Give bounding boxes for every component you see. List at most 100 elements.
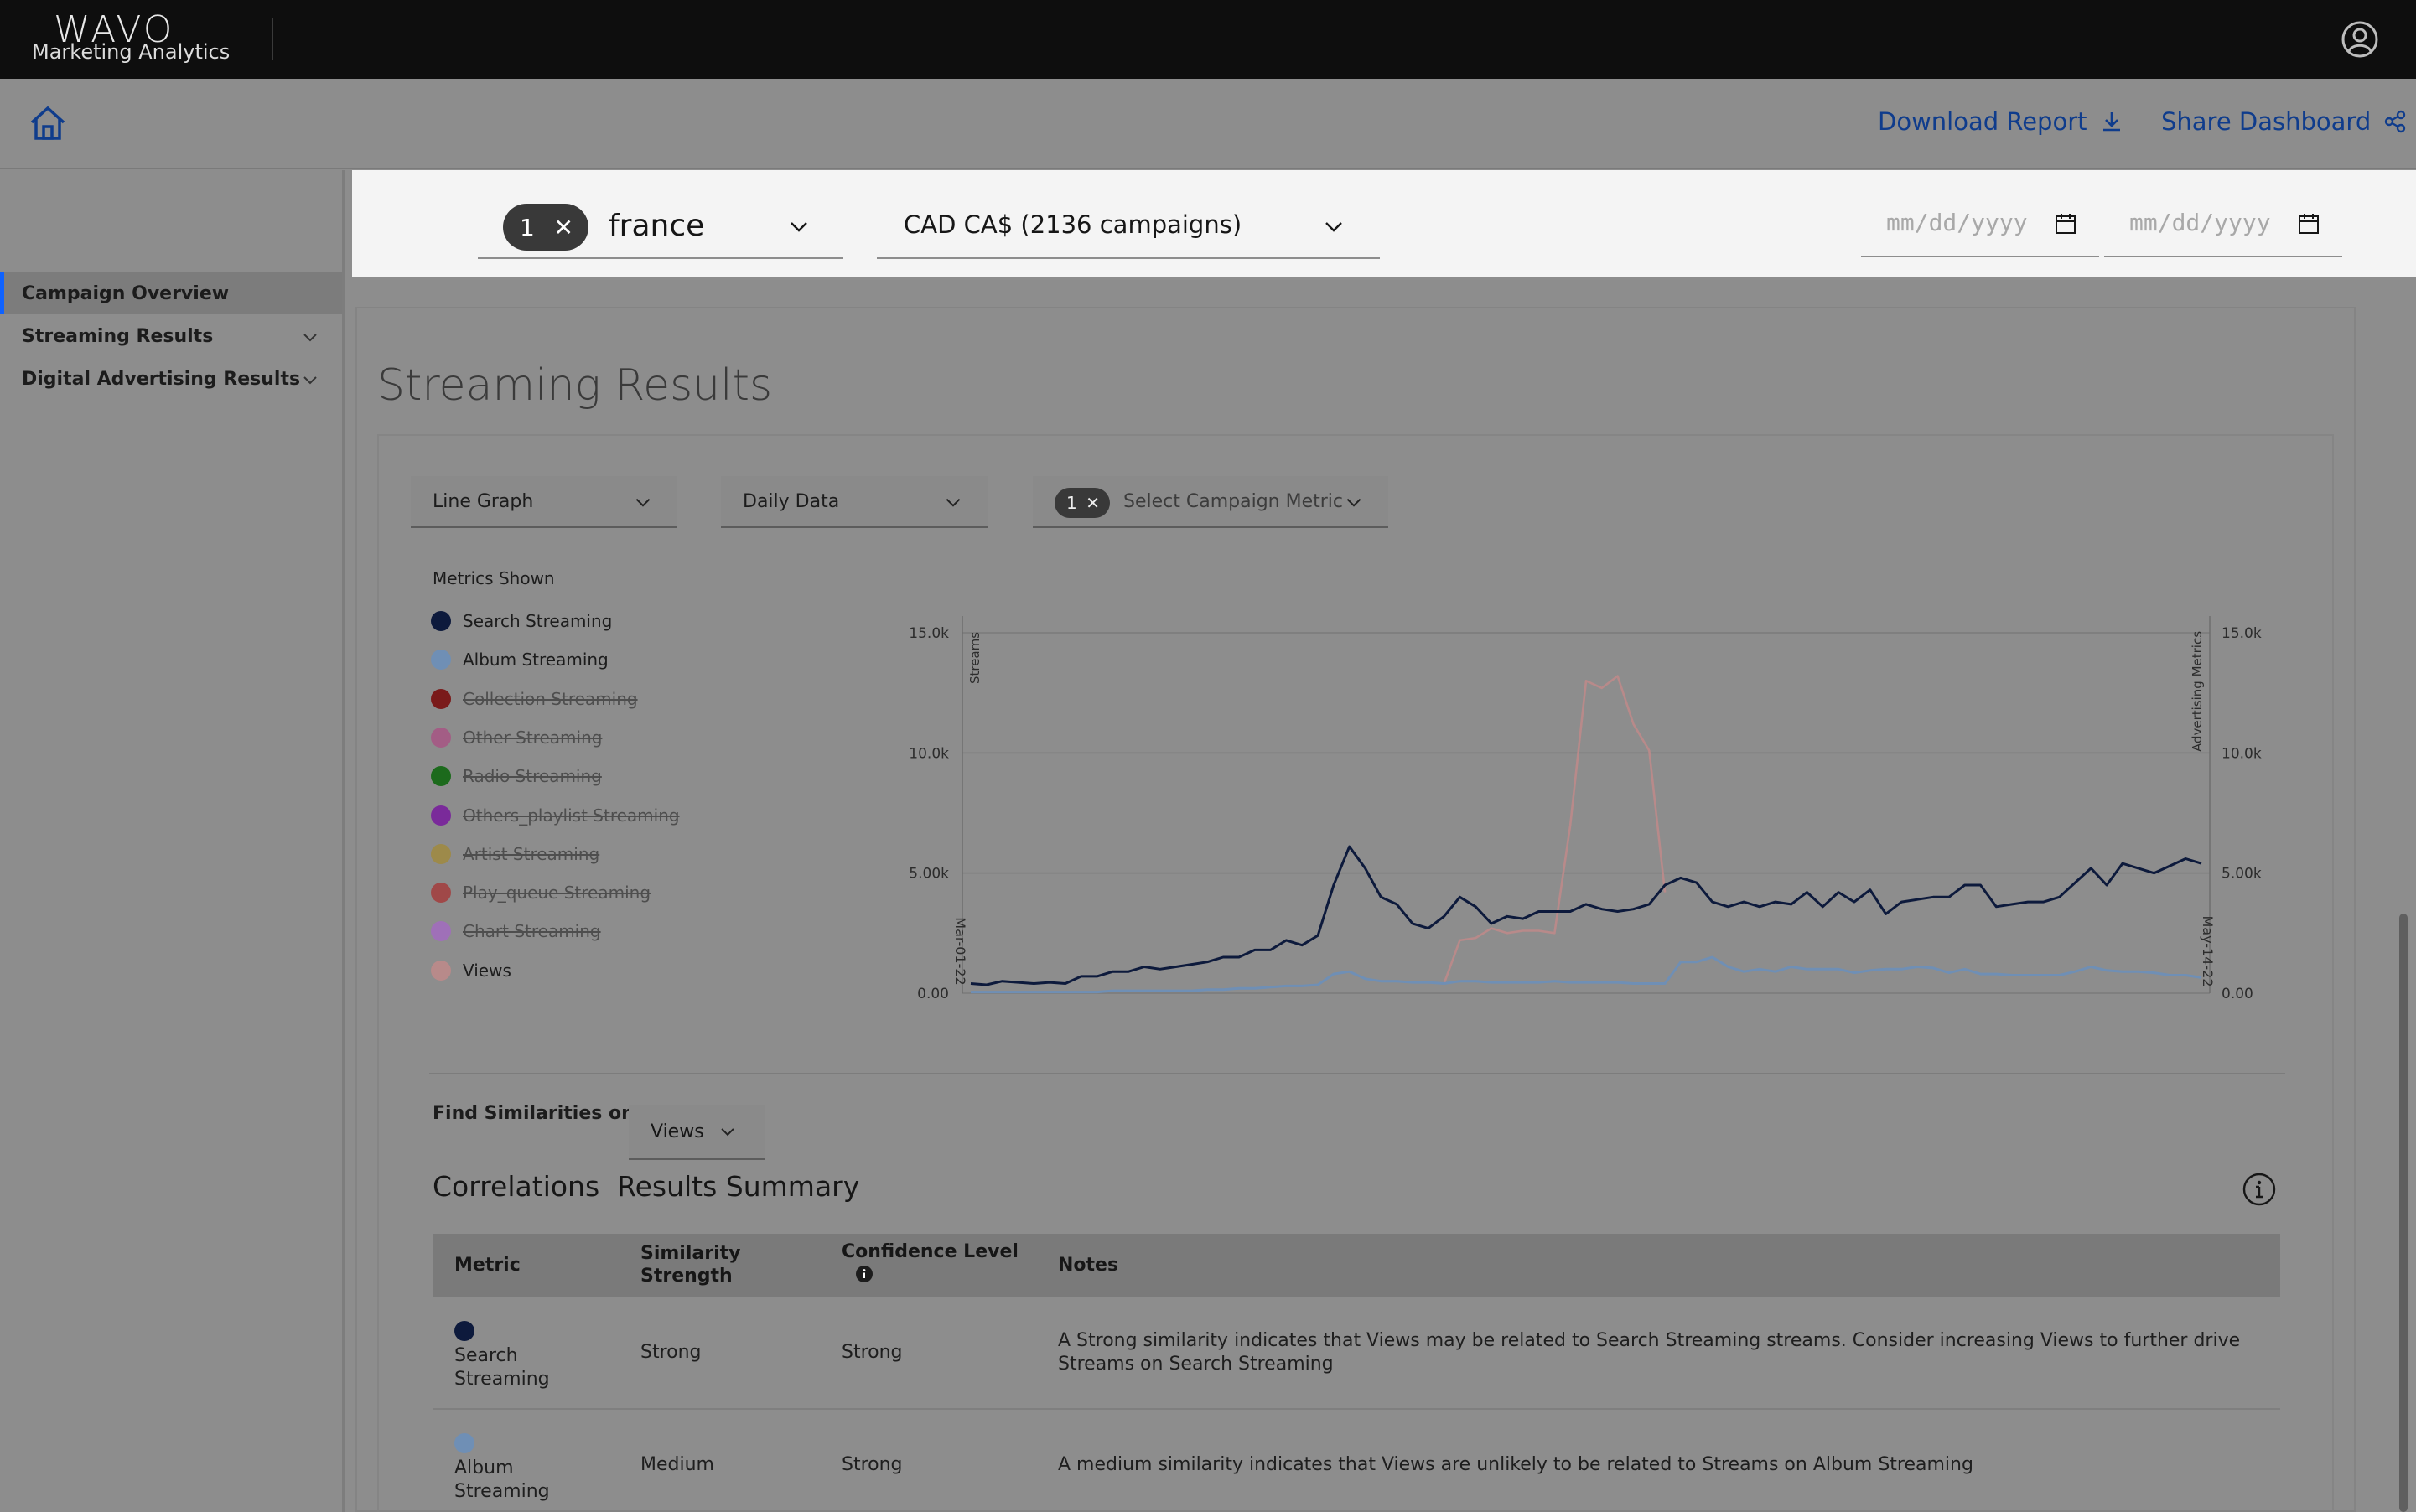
- chevron-down-icon: [303, 376, 317, 385]
- sidebar-item-streaming-results[interactable]: Streaming Results: [0, 315, 342, 357]
- info-icon[interactable]: [2242, 1172, 2277, 1207]
- similarity-metric-dropdown[interactable]: Views: [629, 1105, 765, 1160]
- page-title: Streaming Results: [377, 360, 773, 411]
- chevron-down-icon: [1346, 498, 1361, 507]
- chevron-down-icon: [721, 1128, 734, 1137]
- table-header: Metric Similarity Strength Confidence Le…: [433, 1234, 2280, 1297]
- clear-country-icon[interactable]: ✕: [554, 214, 573, 241]
- country-count-tag[interactable]: 1 ✕: [503, 204, 588, 251]
- end-date-input[interactable]: mm/dd/yyyy: [2104, 190, 2342, 257]
- cell-confidence: Strong: [842, 1454, 903, 1475]
- chevron-down-icon: [635, 498, 651, 507]
- country-multiselect[interactable]: 1 ✕ france: [478, 192, 843, 259]
- y-axis-title-right: Advertising Metrics: [2190, 631, 2205, 752]
- legend-color-dot: [431, 921, 451, 942]
- legend-label: Artist Streaming: [463, 843, 600, 864]
- legend-item-radio-streaming[interactable]: Radio Streaming: [431, 764, 602, 789]
- streaming-line-chart: 0.00 0.00 5.00k 5.00k 10.0k 10.0k 15.0k 15.0k St…: [909, 616, 2262, 1002]
- y-tick-label-left: 10.0k: [909, 745, 949, 762]
- graph-type-dropdown[interactable]: Line Graph: [411, 476, 677, 528]
- start-date-input[interactable]: mm/dd/yyyy: [1861, 190, 2099, 257]
- page-scrollbar[interactable]: [2399, 914, 2408, 1512]
- sidebar-item-label: Campaign Overview: [22, 282, 230, 304]
- legend-label: Search Streaming: [463, 611, 613, 631]
- metric-count: 1: [1066, 493, 1077, 513]
- data-granularity-dropdown[interactable]: Daily Data: [721, 476, 988, 528]
- series-line-search-streaming: [970, 845, 2202, 986]
- similarity-metric-value: Views: [651, 1121, 704, 1142]
- legend-item-album-streaming[interactable]: Album Streaming: [431, 647, 609, 672]
- table-row: Search Streaming Strong Strong A Strong …: [433, 1297, 2280, 1410]
- chevron-down-icon: [303, 334, 317, 342]
- legend-title: Metrics Shown: [433, 568, 555, 588]
- share-dashboard-button[interactable]: Share Dashboard: [2161, 107, 2408, 136]
- legend-item-search-streaming[interactable]: Search Streaming: [431, 608, 612, 634]
- share-dashboard-label: Share Dashboard: [2161, 107, 2372, 136]
- sidebar-item-digital-advertising-results[interactable]: Digital Advertising Results: [0, 358, 342, 400]
- legend-label: Collection Streaming: [463, 688, 638, 709]
- calendar-icon[interactable]: [2297, 212, 2320, 236]
- series-line-album-streaming: [971, 955, 2202, 994]
- calendar-icon[interactable]: [2054, 212, 2077, 236]
- y-tick-label-left: 15.0k: [909, 625, 949, 642]
- share-icon: [2385, 110, 2406, 133]
- x-tick-label-start: Mar-01-22: [952, 917, 968, 985]
- cell-similarity: Medium: [640, 1454, 714, 1475]
- legend-item-others-playlist-streaming[interactable]: Others_playlist Streaming: [431, 803, 680, 828]
- secondary-header: Download Report Share Dashboard: [0, 79, 2416, 169]
- chevron-down-icon: [946, 498, 961, 507]
- cell-confidence: Strong: [842, 1342, 903, 1363]
- start-date-placeholder: mm/dd/yyyy: [1886, 209, 2028, 236]
- topbar-divider: [272, 18, 273, 60]
- cell-notes: A Strong similarity indicates that Views…: [1058, 1330, 2241, 1375]
- legend-color-dot: [431, 805, 451, 826]
- y-tick-label-left: 0.00: [917, 986, 949, 1002]
- correlations-title: Correlations Results Summary: [433, 1170, 860, 1203]
- legend-label: Radio Streaming: [463, 766, 602, 787]
- legend-item-other-streaming[interactable]: Other Streaming: [431, 725, 602, 750]
- y-tick-label-right: 15.0k: [2222, 625, 2262, 642]
- legend-color-dot: [431, 611, 451, 631]
- legend-label: Play_queue Streaming: [463, 883, 651, 904]
- country-value: france: [609, 209, 705, 243]
- sidebar-item-campaign-overview[interactable]: Campaign Overview: [0, 272, 342, 314]
- legend-item-collection-streaming[interactable]: Collection Streaming: [431, 686, 638, 712]
- currency-dropdown[interactable]: CAD CA$ (2136 campaigns): [877, 192, 1380, 259]
- column-header-confidence: Confidence Level: [842, 1240, 1019, 1283]
- user-avatar-icon[interactable]: [2341, 20, 2379, 59]
- y-tick-label-right: 10.0k: [2222, 745, 2262, 762]
- top-bar: WAVO Marketing Analytics: [0, 0, 2416, 79]
- download-report-button[interactable]: Download Report: [1878, 107, 2124, 136]
- table-row: Album Streaming Medium Strong A medium s…: [433, 1410, 2280, 1512]
- legend-color-dot: [431, 727, 451, 748]
- x-tick-label-end: May-14-22: [2200, 915, 2216, 986]
- find-similarities-label: Find Similarities on: [433, 1103, 635, 1124]
- legend-color-dot: [431, 688, 451, 709]
- end-date-placeholder: mm/dd/yyyy: [2129, 209, 2271, 236]
- column-header-metric: Metric: [454, 1255, 521, 1276]
- legend-color-dot: [431, 766, 451, 787]
- home-icon[interactable]: [27, 102, 69, 144]
- legend-label: Other Streaming: [463, 727, 603, 748]
- legend-item-views[interactable]: Views: [431, 958, 511, 983]
- y-tick-label-right: 5.00k: [2222, 866, 2262, 883]
- metric-count-tag[interactable]: 1 ✕: [1055, 488, 1110, 518]
- legend-label: Chart Streaming: [463, 921, 601, 942]
- info-icon[interactable]: [855, 1265, 874, 1283]
- legend-color-dot: [431, 650, 451, 671]
- brand[interactable]: WAVO Marketing Analytics: [32, 8, 233, 67]
- sidebar-item-label: Streaming Results: [22, 325, 214, 347]
- section-divider: [429, 1073, 2285, 1074]
- series-line-views: [1443, 675, 1667, 984]
- legend-item-chart-streaming[interactable]: Chart Streaming: [431, 919, 601, 944]
- legend-item-artist-streaming[interactable]: Artist Streaming: [431, 841, 599, 867]
- legend-item-play-queue-streaming[interactable]: Play_queue Streaming: [431, 880, 651, 905]
- chevron-down-icon: [791, 222, 807, 232]
- clear-metric-icon[interactable]: ✕: [1086, 493, 1100, 513]
- y-axis-title-left: Streams: [967, 632, 982, 684]
- campaign-metric-multiselect[interactable]: 1 ✕ Select Campaign Metric: [1033, 476, 1388, 528]
- legend-label: Views: [463, 960, 511, 981]
- currency-value: CAD CA$ (2136 campaigns): [904, 210, 1242, 239]
- column-header-similarity: Similarity Strength: [640, 1243, 741, 1287]
- cell-metric: Album Streaming: [454, 1458, 550, 1502]
